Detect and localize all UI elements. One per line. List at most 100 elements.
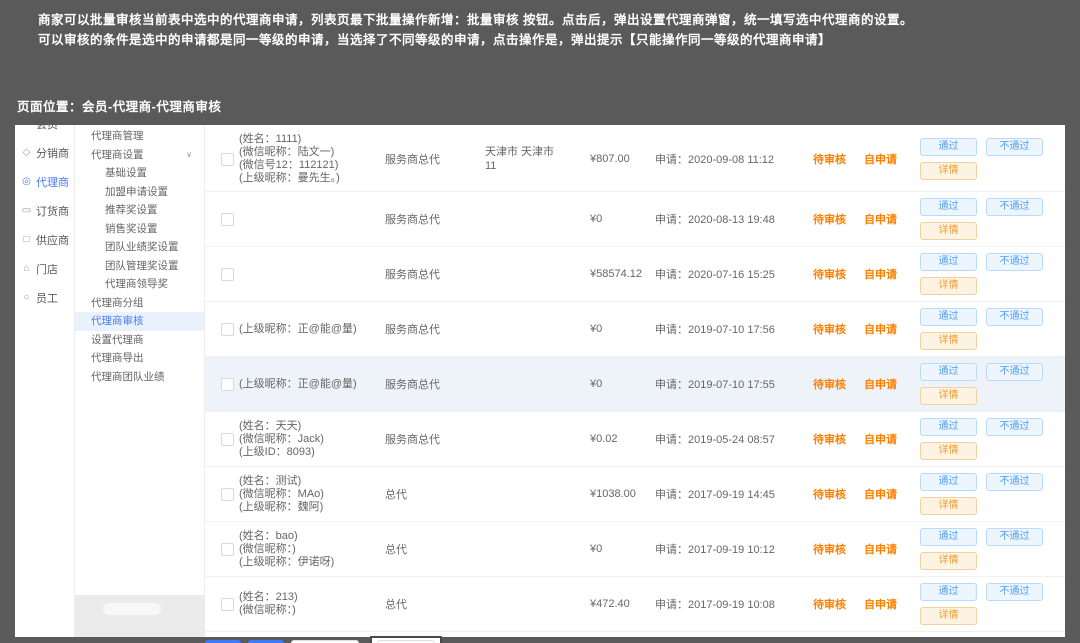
reject-button[interactable]: 不通过 <box>986 528 1043 546</box>
detail-button[interactable]: 详情 <box>920 387 977 405</box>
module-item-1[interactable]: ◇分销商 <box>15 138 74 167</box>
applicant-info-cell: (姓名：测试)(微信昵称：MAo)(上级昵称：魏阿) <box>239 475 385 514</box>
detail-button[interactable]: 详情 <box>920 332 977 350</box>
menu-item-9[interactable]: 代理商分组 <box>75 294 204 313</box>
agent-level-cell: 服务商总代 <box>385 266 485 282</box>
applicant-info-line: (微信昵称：) <box>239 543 385 556</box>
row-checkbox[interactable] <box>221 433 234 446</box>
amount-cell: ¥0 <box>590 323 655 335</box>
reject-button[interactable]: 不通过 <box>986 308 1043 326</box>
reject-button[interactable]: 不通过 <box>986 253 1043 271</box>
row-checkbox[interactable] <box>221 598 234 611</box>
apply-time-cell: 申请：2019-05-24 08:57 <box>655 431 813 447</box>
note-line-2: 可以审核的条件是选中的申请都是同一等级的申请，当选择了不同等级的申请，点击操作是… <box>38 30 913 50</box>
menu-item-label: 销售奖设置 <box>105 223 158 235</box>
agent-level-cell: 总代 <box>385 596 485 612</box>
amount-cell: ¥0 <box>590 378 655 390</box>
menu-item-2[interactable]: 基础设置 <box>75 164 204 183</box>
row-actions-cell: 通过不通过详情 <box>920 138 1065 180</box>
module-item-0[interactable]: ◔ 会员 <box>15 125 74 138</box>
menu-item-12[interactable]: 代理商导出 <box>75 349 204 368</box>
region-line: 11 <box>485 159 590 173</box>
bulk-approve-button[interactable]: 批量通过 <box>377 640 435 643</box>
approve-button[interactable]: 通过 <box>920 473 977 491</box>
detail-button[interactable]: 详情 <box>920 607 977 625</box>
cancel-selection-button[interactable]: 取消 <box>248 640 284 643</box>
bulk-reject-button[interactable]: 批量不通过 <box>291 640 359 643</box>
reject-button[interactable]: 不通过 <box>986 418 1043 436</box>
menu-item-11[interactable]: 设置代理商 <box>75 331 204 350</box>
menu-item-0[interactable]: 代理商管理 <box>75 127 204 146</box>
status-badge: 待审核 <box>813 211 864 227</box>
approve-button[interactable]: 通过 <box>920 363 977 381</box>
row-actions-cell: 通过不通过详情 <box>920 418 1065 460</box>
apply-type-badge: 自申请 <box>864 486 920 502</box>
menu-item-13[interactable]: 代理商团队业绩 <box>75 368 204 387</box>
detail-button[interactable]: 详情 <box>920 497 977 515</box>
applicant-info-cell: (姓名：213)(微信昵称：) <box>239 591 385 617</box>
checkbox-cell <box>205 378 239 391</box>
applicant-info-line: (姓名：213) <box>239 591 385 604</box>
select-all-button[interactable]: 全选 <box>205 640 241 643</box>
module-item-6[interactable]: ○员工 <box>15 283 74 312</box>
reject-button[interactable]: 不通过 <box>986 473 1043 491</box>
row-checkbox[interactable] <box>221 488 234 501</box>
row-checkbox[interactable] <box>221 268 234 281</box>
apply-type-badge: 自申请 <box>864 431 920 447</box>
member-icon: ◔ <box>21 125 32 129</box>
detail-button[interactable]: 详情 <box>920 222 977 240</box>
module-item-4[interactable]: □供应商 <box>15 225 74 254</box>
apply-type-badge: 自申请 <box>864 541 920 557</box>
row-actions-cell: 通过不通过详情 <box>920 198 1065 240</box>
applicant-info-line: (微信昵称：Jack) <box>239 433 385 446</box>
detail-button[interactable]: 详情 <box>920 162 977 180</box>
row-checkbox[interactable] <box>221 543 234 556</box>
menu-item-8[interactable]: 代理商领导奖 <box>75 275 204 294</box>
module-item-label: 会员 <box>36 125 58 132</box>
row-checkbox[interactable] <box>221 213 234 226</box>
menu-item-4[interactable]: 推荐奖设置 <box>75 201 204 220</box>
row-checkbox[interactable] <box>221 378 234 391</box>
approve-button[interactable]: 通过 <box>920 528 977 546</box>
menu-item-1[interactable]: 代理商设置∨ <box>75 146 204 165</box>
menu-item-7[interactable]: 团队管理奖设置 <box>75 257 204 276</box>
reject-button[interactable]: 不通过 <box>986 138 1043 156</box>
menu-item-6[interactable]: 团队业绩奖设置 <box>75 238 204 257</box>
menu-item-10[interactable]: 代理商审核 <box>75 312 204 331</box>
approve-button[interactable]: 通过 <box>920 198 977 216</box>
approve-button[interactable]: 通过 <box>920 418 977 436</box>
reject-button[interactable]: 不通过 <box>986 363 1043 381</box>
detail-button[interactable]: 详情 <box>920 552 977 570</box>
module-item-5[interactable]: ⌂ 门店 <box>15 254 74 283</box>
approve-button[interactable]: 通过 <box>920 583 977 601</box>
sidebar-bottom-track <box>75 595 205 637</box>
apply-time-cell: 申请：2017-09-19 10:08 <box>655 596 813 612</box>
row-checkbox[interactable] <box>221 323 234 336</box>
store-icon: ⌂ <box>21 263 32 274</box>
approve-button[interactable]: 通过 <box>920 138 977 156</box>
amount-cell: ¥1038.00 <box>590 488 655 500</box>
module-item-label: 员工 <box>36 290 58 306</box>
applicant-info-line: (姓名：1111) <box>239 133 385 146</box>
menu-item-5[interactable]: 销售奖设置 <box>75 220 204 239</box>
row-checkbox[interactable] <box>221 153 234 166</box>
detail-button[interactable]: 详情 <box>920 277 977 295</box>
annotated-screenshot-page: 商家可以批量审核当前表中选中的代理商申请，列表页最下批量操作新增：批量审核 按钮… <box>0 0 1080 643</box>
applicant-info-line: (上级昵称：伊诺呀) <box>239 556 385 569</box>
detail-button[interactable]: 详情 <box>920 442 977 460</box>
module-item-2[interactable]: ◎代理商 <box>15 167 74 196</box>
menu-item-3[interactable]: 加盟申请设置 <box>75 183 204 202</box>
module-item-3[interactable]: ▭订货商 <box>15 196 74 225</box>
sidebar-scrollbar-thumb[interactable] <box>103 603 161 615</box>
module-item-label: 门店 <box>36 261 58 277</box>
checkbox-cell <box>205 153 239 166</box>
menu-item-label: 基础设置 <box>105 167 147 179</box>
apply-type-badge: 自申请 <box>864 151 920 167</box>
agent-level-cell: 总代 <box>385 541 485 557</box>
module-item-label: 订货商 <box>36 203 69 219</box>
reject-button[interactable]: 不通过 <box>986 198 1043 216</box>
reject-button[interactable]: 不通过 <box>986 583 1043 601</box>
approve-button[interactable]: 通过 <box>920 253 977 271</box>
status-badge: 待审核 <box>813 321 864 337</box>
approve-button[interactable]: 通过 <box>920 308 977 326</box>
